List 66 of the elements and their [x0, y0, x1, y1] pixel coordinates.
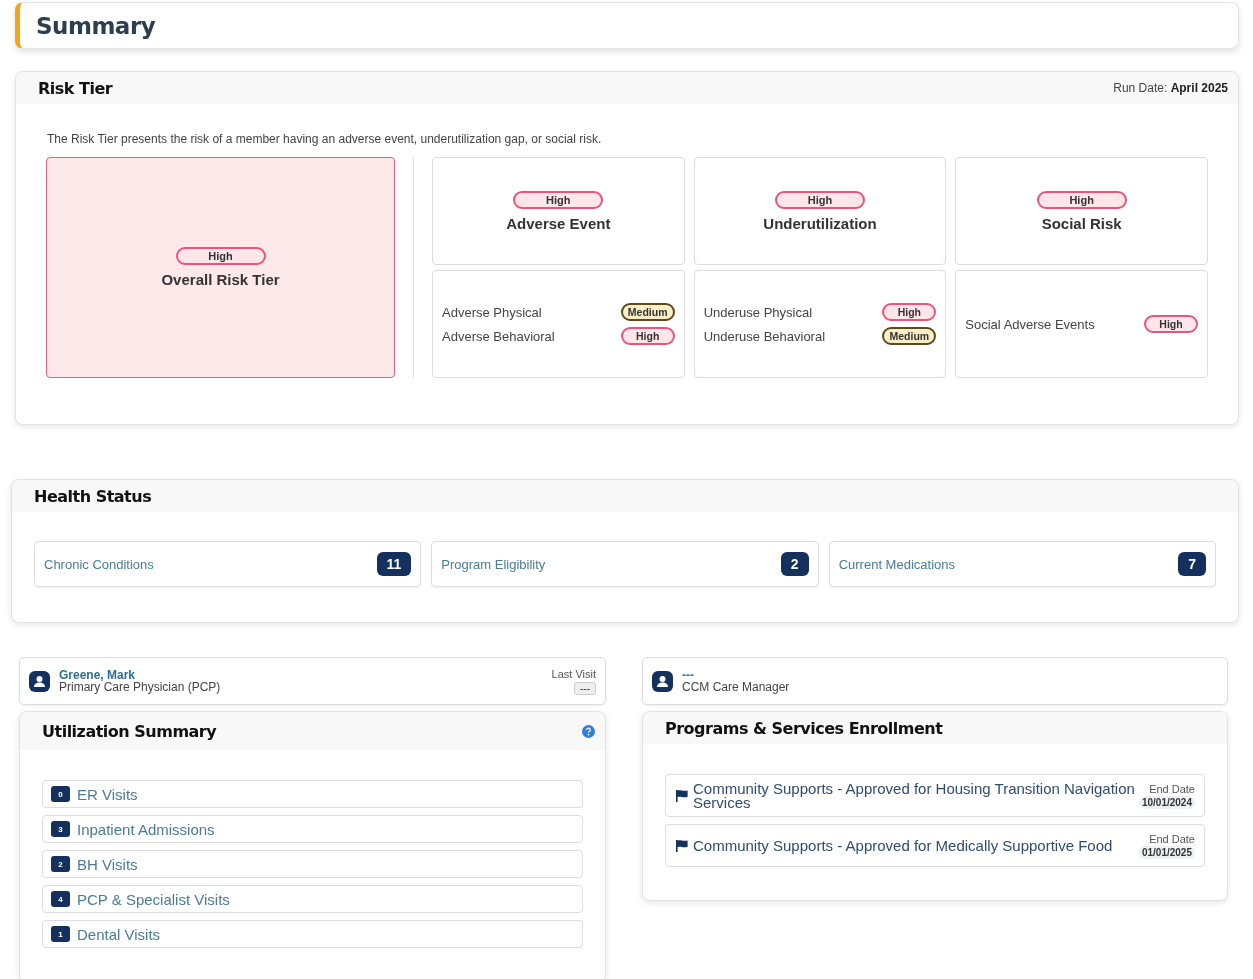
count-badge: 2 — [780, 552, 809, 576]
card-title: Programs & Services Enrollment — [665, 718, 943, 738]
health-status-item[interactable]: Current Medications 7 — [828, 541, 1216, 587]
person-icon — [29, 670, 50, 692]
pcp-role: Primary Care Physician (PCP) — [59, 681, 222, 693]
person-icon — [652, 670, 673, 692]
last-visit-label: Last Visit — [551, 667, 596, 680]
utilization-label: Inpatient Admissions — [77, 820, 215, 838]
last-visit-value: --- — [574, 681, 596, 695]
risk-detail-label: Underuse Behavioral — [703, 328, 826, 344]
count-badge: 2 — [51, 856, 70, 872]
page-title: Summary — [36, 12, 156, 39]
care-manager-role: CCM Care Manager — [682, 681, 791, 693]
utilization-item[interactable]: 0 ER Visits — [42, 780, 583, 808]
utilization-label: BH Visits — [77, 855, 138, 873]
risk-badge: Medium — [620, 303, 675, 321]
count-badge: 0 — [51, 786, 70, 802]
health-status-label: Program Eligibility — [441, 556, 546, 572]
overall-risk-label: Overall Risk Tier — [161, 271, 280, 288]
flag-icon — [675, 838, 689, 853]
care-manager-name[interactable]: --- — [682, 669, 1218, 681]
risk-badge: High — [1144, 315, 1198, 333]
health-status-label: Chronic Conditions — [44, 556, 154, 572]
end-date-label: End Date — [1149, 832, 1195, 845]
risk-badge: High — [620, 327, 675, 345]
program-name: Community Supports - Approved for Medically Supportive Food — [693, 838, 1114, 853]
risk-detail-label: Social Adverse Events — [965, 316, 1095, 332]
risk-badge: High — [775, 190, 865, 209]
card-title: Utilization Summary — [42, 721, 217, 741]
risk-detail-label: Adverse Physical — [442, 304, 542, 320]
risk-category-label: Adverse Event — [506, 214, 611, 232]
health-status-label: Current Medications — [838, 556, 955, 572]
risk-detail-label: Adverse Behavioral — [442, 328, 555, 344]
count-badge: 11 — [376, 552, 412, 576]
utilization-label: ER Visits — [77, 785, 138, 803]
utilization-item[interactable]: 4 PCP & Specialist Visits — [42, 885, 583, 913]
utilization-item[interactable]: 3 Inpatient Admissions — [42, 815, 583, 843]
count-badge: 4 — [51, 891, 70, 907]
end-date-value: 10/01/2024 — [1138, 795, 1195, 809]
utilization-item[interactable]: 2 BH Visits — [42, 850, 583, 878]
risk-detail-label: Underuse Physical — [703, 304, 813, 320]
end-date-label: End Date — [1149, 782, 1195, 795]
end-date-value: 01/01/2025 — [1138, 845, 1195, 859]
risk-category-label: Social Risk — [1041, 214, 1122, 232]
health-status-item[interactable]: Chronic Conditions 11 — [34, 541, 422, 587]
utilization-label: Dental Visits — [77, 925, 161, 943]
card-title: Risk Tier — [38, 78, 113, 98]
card-title: Health Status — [34, 486, 152, 506]
run-date: Run Date: April 2025 — [1113, 81, 1228, 95]
description-text: The Risk Tier presents the risk of a member having an adverse event, underutilization gap, or social risk. — [47, 132, 603, 146]
count-badge: 7 — [1178, 552, 1206, 576]
count-badge: 3 — [51, 821, 70, 837]
risk-badge: High — [1036, 190, 1127, 209]
risk-category-label: Underutilization — [763, 214, 877, 232]
risk-badge: Medium — [882, 327, 937, 345]
risk-badge: High — [175, 247, 266, 265]
utilization-item[interactable]: 1 Dental Visits — [42, 920, 583, 948]
flag-icon — [675, 788, 689, 803]
risk-badge: High — [513, 190, 604, 209]
risk-badge: High — [882, 303, 937, 321]
count-badge: 1 — [51, 926, 70, 942]
program-name: Community Supports - Approved for Housing Transition Navigation Services — [693, 781, 1135, 810]
help-icon[interactable] — [582, 724, 595, 738]
health-status-item[interactable]: Program Eligibility 2 — [431, 541, 819, 587]
pcp-name[interactable]: Greene, Mark — [59, 669, 543, 681]
utilization-label: PCP & Specialist Visits — [77, 890, 230, 908]
